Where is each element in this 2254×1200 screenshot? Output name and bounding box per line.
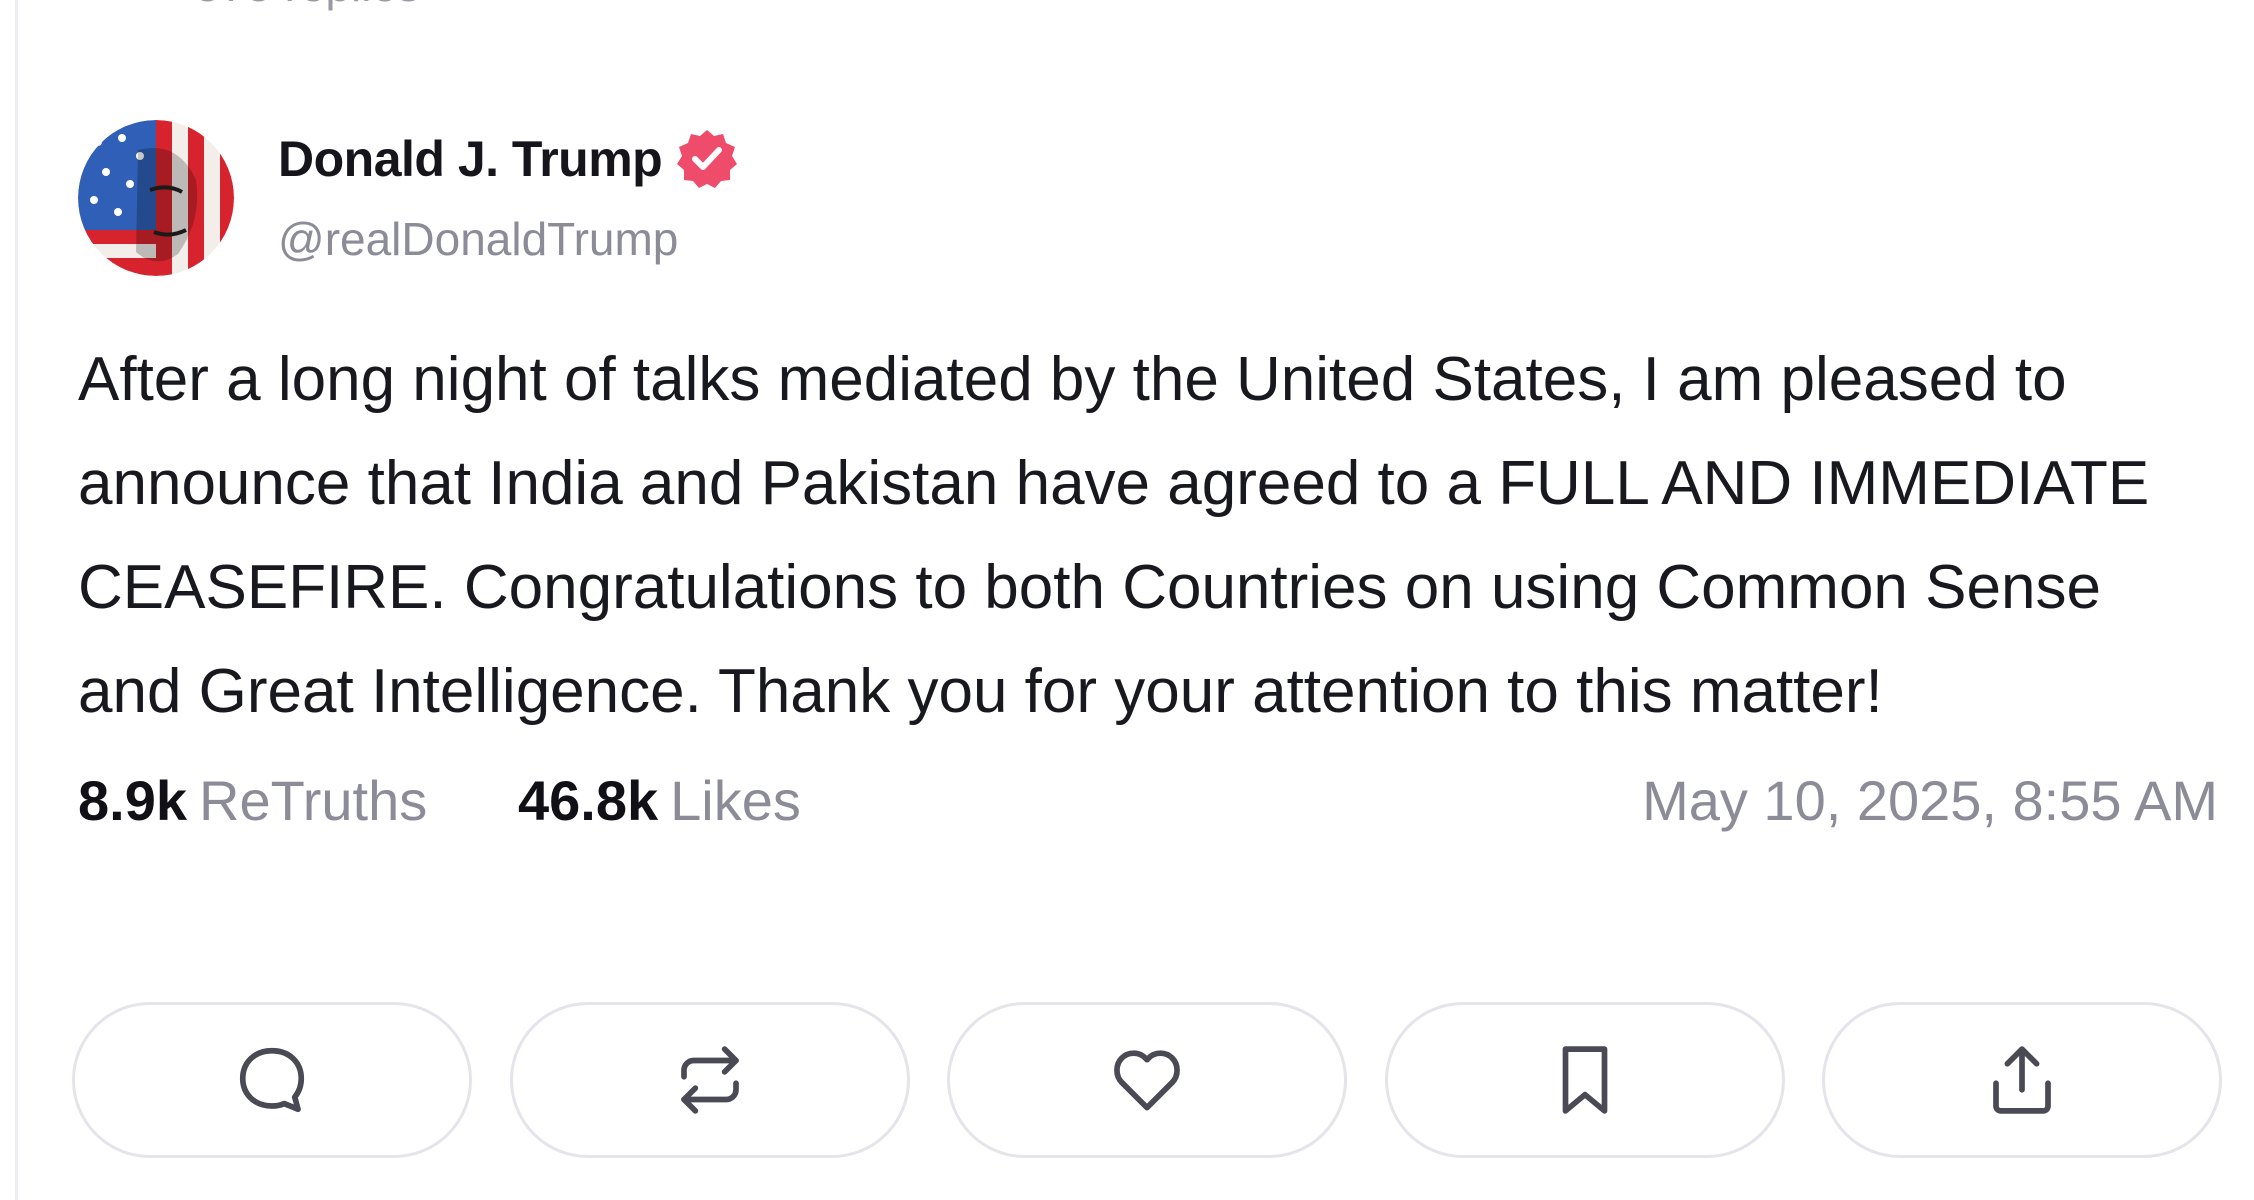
thread-divider	[15, 0, 18, 1200]
reply-icon	[239, 1047, 305, 1113]
author-name[interactable]: Donald J. Trump	[278, 130, 663, 188]
bookmark-button[interactable]	[1384, 1002, 1785, 1158]
author-handle[interactable]: @realDonaldTrump	[278, 212, 678, 266]
post-header: Donald J. Trump @realDonaldTrump	[78, 120, 2218, 280]
author-name-row: Donald J. Trump	[278, 128, 738, 190]
like-button[interactable]	[947, 1002, 1347, 1158]
post-timestamp: May 10, 2025, 8:55 AM	[1642, 769, 2218, 832]
retruths-label: ReTruths	[199, 769, 428, 832]
flag-portrait-avatar[interactable]	[78, 120, 234, 276]
likes-stat[interactable]: 46.8k Likes	[518, 768, 801, 833]
post-actions	[72, 1002, 2222, 1162]
truth-post-page: 575 replies	[0, 0, 2254, 1200]
bookmark-icon	[1562, 1046, 1607, 1114]
retruths-count: 8.9k	[78, 769, 187, 832]
retruth-button[interactable]	[509, 1002, 910, 1158]
share-icon	[1993, 1046, 2051, 1114]
heart-icon	[1114, 1050, 1180, 1111]
likes-count: 46.8k	[518, 769, 659, 832]
verified-badge-icon	[676, 128, 738, 190]
post-text: After a long night of talks mediated by …	[78, 345, 2150, 726]
post: Donald J. Trump @realDonaldTrump After a…	[78, 120, 2218, 848]
post-stats: 8.9k ReTruths 46.8k Likes May 10, 2025, 8:…	[78, 768, 2218, 848]
likes-label: Likes	[670, 769, 801, 832]
retruths-stat[interactable]: 8.9k ReTruths	[78, 768, 427, 833]
reply-count-label[interactable]: 575 replies	[195, 0, 420, 12]
retruth-icon	[680, 1046, 739, 1114]
share-button[interactable]	[1822, 1002, 2222, 1158]
reply-button[interactable]	[72, 1002, 472, 1158]
